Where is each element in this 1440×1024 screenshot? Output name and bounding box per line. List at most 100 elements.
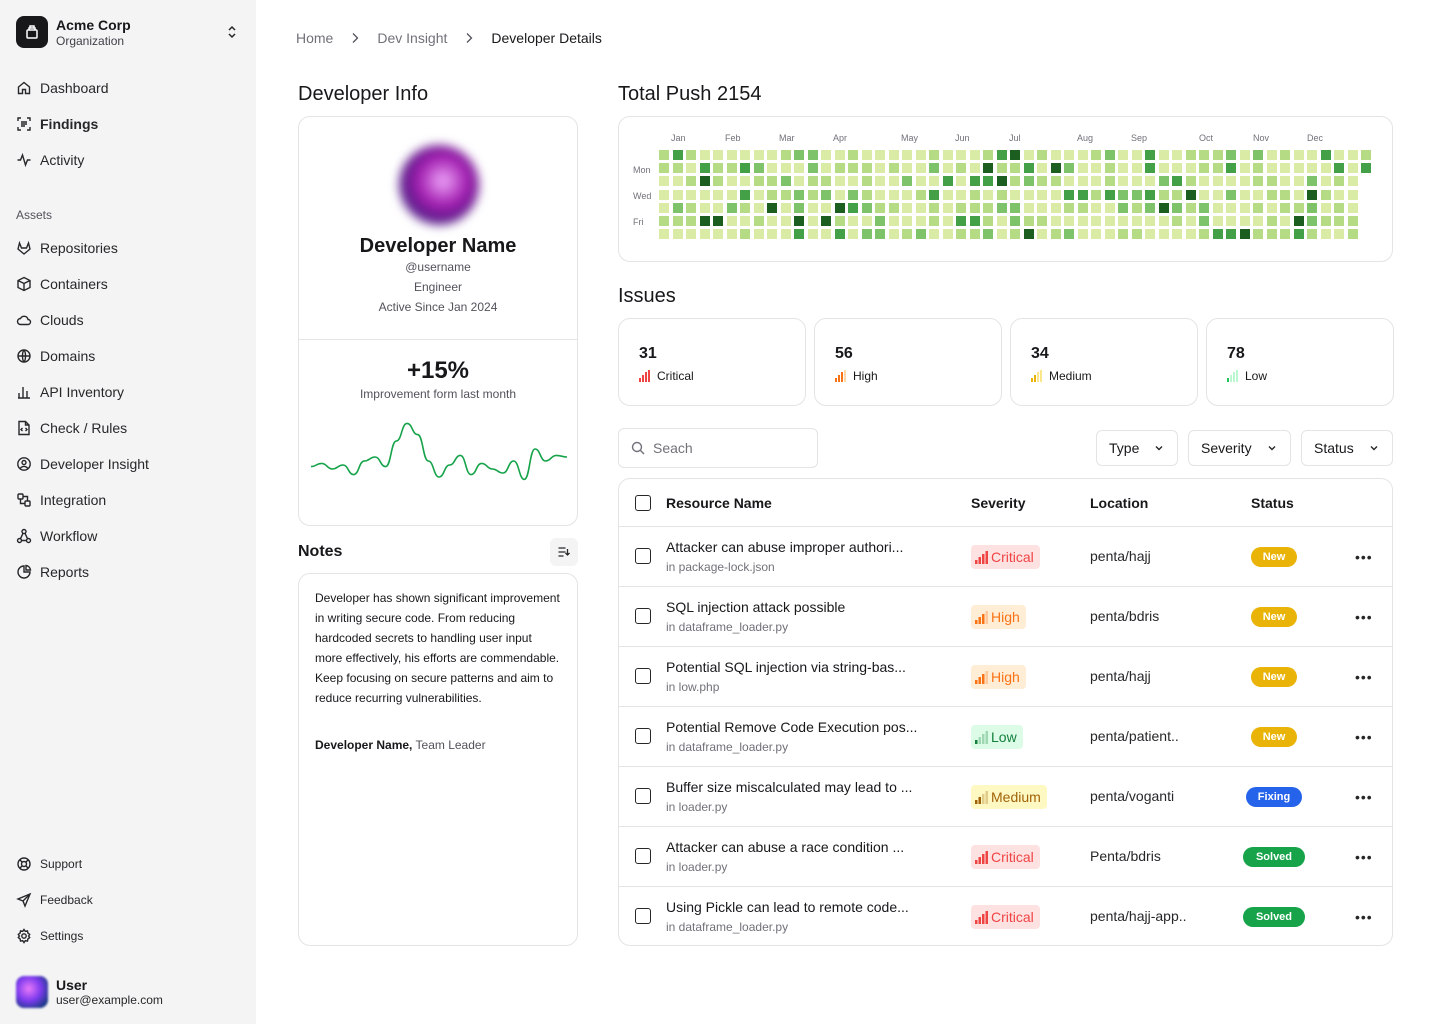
more-actions-button[interactable]: ••• bbox=[1355, 609, 1373, 625]
more-actions-button[interactable]: ••• bbox=[1355, 669, 1373, 685]
heatmap-cell bbox=[983, 216, 993, 226]
issue-card-critical[interactable]: 31 Critical bbox=[618, 318, 806, 406]
nav-containers[interactable]: Containers bbox=[16, 270, 108, 298]
row-checkbox[interactable] bbox=[635, 788, 651, 804]
row-checkbox[interactable] bbox=[635, 848, 651, 864]
nav-dashboard[interactable]: Dashboard bbox=[16, 74, 109, 102]
table-row[interactable]: Using Pickle can lead to remote code... … bbox=[619, 886, 1392, 945]
heatmap-cell bbox=[753, 163, 764, 174]
table-row[interactable]: Potential SQL injection via string-bas..… bbox=[619, 646, 1392, 706]
column-header-location[interactable]: Location bbox=[1090, 479, 1148, 527]
heatmap-cell bbox=[1104, 176, 1115, 187]
more-actions-button[interactable]: ••• bbox=[1355, 789, 1373, 805]
status-filter[interactable]: Status bbox=[1301, 430, 1393, 466]
row-checkbox[interactable] bbox=[635, 608, 651, 624]
table-row[interactable]: Buffer size miscalculated may lead to ..… bbox=[619, 766, 1392, 826]
breadcrumb-home[interactable]: Home bbox=[296, 30, 333, 46]
heatmap-cell bbox=[1239, 216, 1250, 226]
issue-card-medium[interactable]: 34 Medium bbox=[1010, 318, 1198, 406]
chevron-right-icon bbox=[466, 33, 473, 43]
heatmap-cell bbox=[1226, 229, 1236, 240]
row-checkbox[interactable] bbox=[635, 668, 651, 684]
nav-settings[interactable]: Settings bbox=[16, 924, 83, 948]
notes-edit-button[interactable] bbox=[550, 538, 578, 566]
heatmap-cell bbox=[1050, 150, 1061, 160]
table-row[interactable]: SQL injection attack possible in datafra… bbox=[619, 586, 1392, 646]
nav-reports[interactable]: Reports bbox=[16, 558, 89, 586]
breadcrumb-current: Developer Details bbox=[491, 30, 602, 46]
nav-workflow[interactable]: Workflow bbox=[16, 522, 97, 550]
nav-check-rules[interactable]: Check / Rules bbox=[16, 414, 127, 442]
row-checkbox[interactable] bbox=[635, 908, 651, 924]
nav-findings[interactable]: Findings bbox=[16, 110, 98, 138]
resource-name[interactable]: Buffer size miscalculated may lead to ..… bbox=[666, 779, 936, 795]
column-header-resource[interactable]: Resource Name bbox=[666, 479, 772, 527]
heatmap-cell bbox=[1239, 202, 1250, 213]
breadcrumb-dev-insight[interactable]: Dev Insight bbox=[377, 30, 447, 46]
nav-clouds[interactable]: Clouds bbox=[16, 306, 84, 334]
heatmap-cell bbox=[834, 150, 845, 160]
resource-name[interactable]: Using Pickle can lead to remote code... bbox=[666, 899, 936, 915]
heatmap-cell bbox=[942, 229, 953, 240]
search-input[interactable]: Seach bbox=[618, 428, 818, 468]
text-wrap-icon bbox=[558, 547, 570, 557]
heatmap-cell bbox=[834, 216, 845, 226]
heatmap-cell bbox=[1131, 176, 1142, 187]
heatmap-cell bbox=[1239, 189, 1250, 200]
heatmap-cell bbox=[1118, 229, 1128, 240]
more-actions-button[interactable]: ••• bbox=[1355, 549, 1373, 565]
column-header-severity[interactable]: Severity bbox=[971, 479, 1025, 527]
more-actions-button[interactable]: ••• bbox=[1355, 909, 1373, 925]
more-actions-button[interactable]: ••• bbox=[1355, 729, 1373, 745]
row-checkbox[interactable] bbox=[635, 728, 651, 744]
table-row[interactable]: Potential Remove Code Execution pos... i… bbox=[619, 706, 1392, 766]
select-all-checkbox[interactable] bbox=[635, 495, 651, 511]
heatmap-cell bbox=[875, 216, 885, 226]
heatmap-cell bbox=[1266, 229, 1277, 240]
heatmap-cell bbox=[1226, 216, 1236, 226]
heatmap-cell bbox=[848, 216, 858, 226]
resource-name[interactable]: Potential SQL injection via string-bas..… bbox=[666, 659, 936, 675]
heatmap-cell bbox=[969, 229, 980, 240]
heatmap-cell bbox=[1118, 202, 1128, 213]
heatmap-cell bbox=[902, 176, 912, 187]
nav-developer-insight[interactable]: Developer Insight bbox=[16, 450, 149, 478]
heatmap-cell bbox=[1131, 216, 1142, 226]
table-row[interactable]: Attacker can abuse improper authori... i… bbox=[619, 526, 1392, 586]
heatmap-cell bbox=[1212, 202, 1223, 213]
nav-activity[interactable]: Activity bbox=[16, 146, 84, 174]
status-badge: New bbox=[1251, 547, 1297, 567]
org-switcher[interactable]: Acme Corp Organization bbox=[16, 16, 240, 48]
issue-card-low[interactable]: 78 Low bbox=[1206, 318, 1394, 406]
resource-name[interactable]: Attacker can abuse improper authori... bbox=[666, 539, 936, 555]
heatmap-cell bbox=[1050, 163, 1061, 174]
type-filter[interactable]: Type bbox=[1096, 430, 1178, 466]
resource-name[interactable]: Potential Remove Code Execution pos... bbox=[666, 719, 936, 735]
heatmap-cell bbox=[834, 176, 845, 187]
nav-api-inventory[interactable]: API Inventory bbox=[16, 378, 124, 406]
nav-findings-label: Findings bbox=[40, 116, 99, 132]
nav-feedback[interactable]: Feedback bbox=[16, 888, 93, 912]
resource-name[interactable]: Attacker can abuse a race condition ... bbox=[666, 839, 936, 855]
resource-name[interactable]: SQL injection attack possible bbox=[666, 599, 936, 615]
table-row[interactable]: Attacker can abuse a race condition ... … bbox=[619, 826, 1392, 886]
heatmap-cell bbox=[767, 189, 777, 200]
heatmap-cell bbox=[821, 216, 831, 226]
nav-support[interactable]: Support bbox=[16, 852, 82, 876]
severity-badge: High bbox=[971, 665, 1026, 689]
user-menu[interactable]: User user@example.com bbox=[16, 976, 163, 1008]
heatmap-cell bbox=[834, 189, 845, 200]
nav-integration[interactable]: Integration bbox=[16, 486, 106, 514]
nav-repositories[interactable]: Repositories bbox=[16, 234, 118, 262]
heatmap-cell bbox=[1293, 202, 1304, 213]
column-header-status[interactable]: Status bbox=[1251, 479, 1294, 527]
issue-card-high[interactable]: 56 High bbox=[814, 318, 1002, 406]
heatmap-cell bbox=[1077, 229, 1088, 240]
globe-icon bbox=[17, 349, 31, 363]
more-actions-button[interactable]: ••• bbox=[1355, 849, 1373, 865]
heatmap-cell bbox=[767, 176, 777, 187]
severity-filter[interactable]: Severity bbox=[1188, 430, 1291, 466]
row-checkbox[interactable] bbox=[635, 548, 651, 564]
nav-domains[interactable]: Domains bbox=[16, 342, 95, 370]
heatmap-cell bbox=[794, 150, 804, 160]
